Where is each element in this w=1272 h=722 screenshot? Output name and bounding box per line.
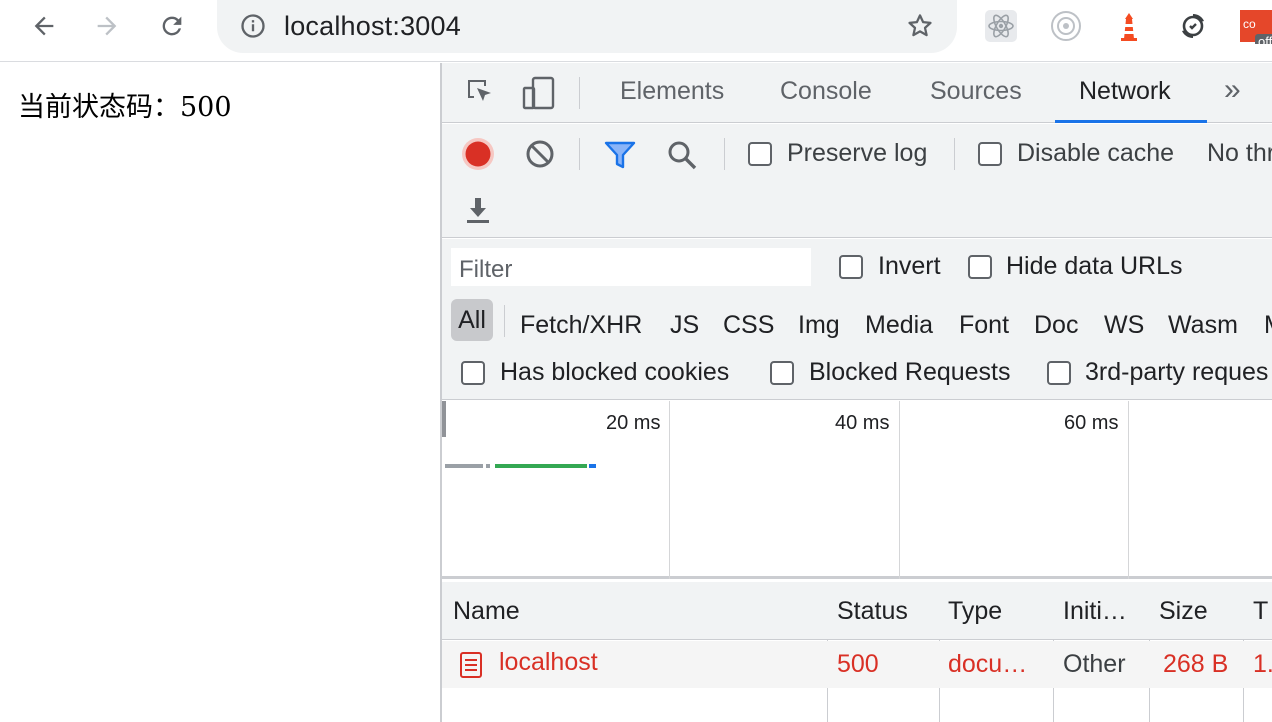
preserve-log-checkbox[interactable] xyxy=(748,142,772,166)
browser-toolbar: localhost:3004 co off xyxy=(0,0,1272,62)
type-filter-ws[interactable]: WS xyxy=(1104,311,1144,340)
type-filter-doc[interactable]: Doc xyxy=(1034,311,1078,340)
site-info-icon[interactable] xyxy=(239,12,267,45)
back-arrow-icon[interactable] xyxy=(28,10,60,42)
lighthouse-icon[interactable] xyxy=(1111,8,1147,44)
column-header-initiator[interactable]: Initi… xyxy=(1063,597,1127,626)
tab-network[interactable]: Network xyxy=(1079,77,1171,106)
filter-input[interactable] xyxy=(451,248,811,286)
type-filter-all[interactable]: All xyxy=(451,299,493,341)
waterfall-stall-bar xyxy=(486,464,490,468)
filter-funnel-icon[interactable] xyxy=(604,140,636,175)
device-toolbar-icon[interactable] xyxy=(522,76,556,115)
extension-icon[interactable]: co off xyxy=(1238,8,1272,44)
grid-line xyxy=(669,401,670,579)
forward-arrow-icon[interactable] xyxy=(91,10,123,42)
has-blocked-cookies-checkbox[interactable] xyxy=(461,361,485,385)
filter-bar: Invert Hide data URLs All Fetch/XHR JS C… xyxy=(442,239,1272,400)
column-header-status[interactable]: Status xyxy=(837,597,908,626)
disable-cache-checkbox[interactable] xyxy=(978,142,1002,166)
record-icon[interactable] xyxy=(461,137,495,176)
search-icon[interactable] xyxy=(666,139,698,176)
svg-text:co: co xyxy=(1243,17,1256,31)
column-header-type[interactable]: Type xyxy=(948,597,1002,626)
devtools-tabbar: Elements Console Sources Network » xyxy=(442,63,1272,123)
bookmark-star-icon[interactable] xyxy=(905,11,935,46)
third-party-requests-checkbox[interactable] xyxy=(1047,361,1071,385)
active-tab-indicator xyxy=(1055,120,1207,123)
request-type: docu… xyxy=(948,650,1028,678)
type-filter-fetch-xhr[interactable]: Fetch/XHR xyxy=(520,311,642,340)
invert-label[interactable]: Invert xyxy=(878,252,941,281)
tick-label: 40 ms xyxy=(835,412,890,434)
type-filter-css[interactable]: CSS xyxy=(723,311,774,340)
blocked-requests-checkbox[interactable] xyxy=(770,361,794,385)
toolbar-divider xyxy=(579,77,580,109)
clear-icon[interactable] xyxy=(525,139,555,174)
more-tabs-chevron-icon[interactable]: » xyxy=(1224,73,1241,107)
blocked-requests-label[interactable]: Blocked Requests xyxy=(809,358,1011,387)
tick-label: 60 ms xyxy=(1064,412,1119,434)
invert-checkbox[interactable] xyxy=(839,255,863,279)
request-size: 268 B xyxy=(1163,650,1229,678)
type-filter-media[interactable]: Media xyxy=(865,311,933,340)
sync-icon[interactable] xyxy=(1175,8,1211,44)
export-har-download-icon[interactable] xyxy=(464,196,492,231)
grid-line xyxy=(899,401,900,579)
request-name[interactable]: localhost xyxy=(499,648,598,677)
hide-data-urls-label[interactable]: Hide data URLs xyxy=(1006,252,1182,281)
address-bar[interactable]: localhost:3004 xyxy=(217,0,957,53)
reload-icon[interactable] xyxy=(156,10,188,42)
request-initiator: Other xyxy=(1063,650,1126,678)
request-status: 500 xyxy=(837,650,879,678)
document-file-icon xyxy=(459,651,483,684)
disable-cache-label[interactable]: Disable cache xyxy=(1017,139,1174,168)
react-devtools-icon[interactable] xyxy=(983,8,1019,44)
toolbar-divider xyxy=(724,138,725,170)
type-filter-manifest[interactable]: M xyxy=(1264,311,1272,340)
network-toolbar: Preserve log Disable cache No thr xyxy=(442,124,1272,238)
tab-elements[interactable]: Elements xyxy=(620,77,724,106)
toolbar-divider xyxy=(504,305,505,337)
overview-window-handle[interactable] xyxy=(442,401,446,437)
type-filter-wasm[interactable]: Wasm xyxy=(1168,311,1238,340)
network-overview-timeline[interactable]: 20 ms 40 ms 60 ms xyxy=(442,401,1272,579)
has-blocked-cookies-label[interactable]: Has blocked cookies xyxy=(500,358,729,387)
column-header-size[interactable]: Size xyxy=(1159,597,1208,626)
extension-badge: off xyxy=(1255,34,1272,44)
tick-label: 20 ms xyxy=(606,412,661,434)
requests-table: Name Status Type Initi… Size T localhost… xyxy=(442,582,1272,722)
toolbar-divider xyxy=(954,138,955,170)
grid-line xyxy=(1128,401,1129,579)
type-filter-img[interactable]: Img xyxy=(798,311,840,340)
redux-devtools-icon[interactable] xyxy=(1048,8,1084,44)
type-filter-font[interactable]: Font xyxy=(959,311,1009,340)
throttling-select[interactable]: No thr xyxy=(1207,139,1272,168)
tab-console[interactable]: Console xyxy=(780,77,872,106)
status-code-text: 当前状态码：500 xyxy=(18,92,232,123)
toolbar-divider xyxy=(579,138,580,170)
devtools-panel: Elements Console Sources Network » Prese… xyxy=(440,63,1272,722)
inspect-element-icon[interactable] xyxy=(464,76,496,113)
page-viewport: 当前状态码：500 xyxy=(0,63,440,722)
column-header-name[interactable]: Name xyxy=(453,597,520,626)
tab-sources[interactable]: Sources xyxy=(930,77,1022,106)
request-time: 1. xyxy=(1253,650,1272,678)
waterfall-download-bar xyxy=(589,464,596,468)
hide-data-urls-checkbox[interactable] xyxy=(968,255,992,279)
preserve-log-label[interactable]: Preserve log xyxy=(787,139,927,168)
url-text[interactable]: localhost:3004 xyxy=(284,11,461,42)
table-row[interactable]: localhost 500 docu… Other 268 B 1. xyxy=(442,641,1272,688)
type-filter-js[interactable]: JS xyxy=(670,311,699,340)
column-header-time[interactable]: T xyxy=(1253,597,1268,626)
table-header: Name Status Type Initi… Size T xyxy=(442,582,1272,640)
third-party-requests-label[interactable]: 3rd-party reques xyxy=(1085,358,1268,387)
waterfall-waiting-bar xyxy=(495,464,587,468)
waterfall-queue-bar xyxy=(445,464,483,468)
